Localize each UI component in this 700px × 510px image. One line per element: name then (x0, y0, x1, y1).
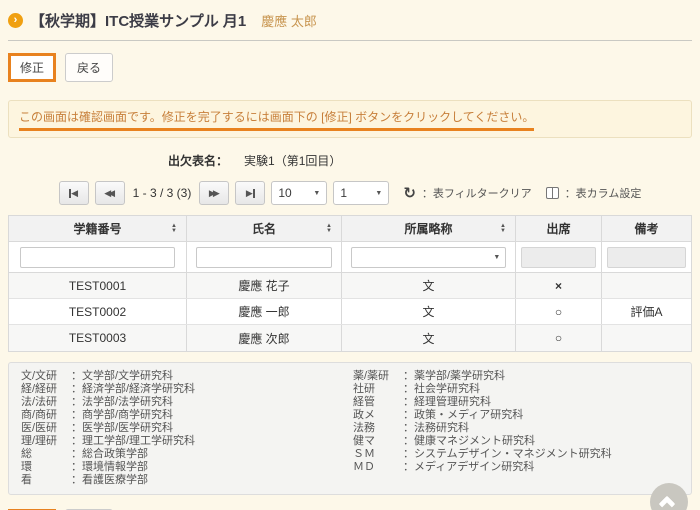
cell-affiliation: 文 (342, 325, 516, 351)
first-page-arrow-icon: ◀ (71, 188, 78, 199)
cell-note (602, 325, 691, 351)
cell-name: 慶應 花子 (187, 273, 342, 298)
legend-item: 総：総合政策学部 (21, 448, 353, 461)
pagination-range-text: 1 - 3 / 3 (3) (133, 186, 192, 200)
prev-page-icon: ◀◀ (104, 188, 115, 199)
confirmation-notice-text: この画面は確認画面です。修正を完了するには画面下の [修正] ボタンをクリックし… (19, 108, 534, 131)
filter-student-id-input[interactable] (20, 247, 176, 268)
last-page-icon (253, 189, 255, 198)
cell-name: 慶應 次郎 (187, 325, 342, 351)
page-size-value: 10 (278, 186, 291, 200)
top-action-bar: 修正 戻る (8, 53, 692, 82)
column-header-student-id[interactable]: 学籍番号 ▲▼ (9, 216, 187, 241)
filter-clear-refresh-icon[interactable]: ↻ (403, 184, 416, 202)
legend-item: 経管：経理管理研究科 (353, 396, 679, 409)
next-page-button[interactable]: ▶▶ (199, 181, 229, 205)
column-header-name[interactable]: 氏名 ▲▼ (187, 216, 342, 241)
legend-item: 医/医研：医学部/医学研究科 (21, 422, 353, 435)
legend-item: 健マ：健康マネジメント研究科 (353, 435, 679, 448)
attendance-table: 学籍番号 ▲▼ 氏名 ▲▼ 所属略称 ▲▼ 出席 備考 ▼ (8, 215, 692, 352)
table-columns-icon[interactable] (546, 187, 559, 199)
table-row[interactable]: TEST0001 慶應 花子 文 × (9, 273, 691, 299)
chevron-down-icon: ▼ (493, 254, 500, 261)
filter-note-input (607, 247, 685, 268)
legend-item: 法務：法務研究科 (353, 422, 679, 435)
legend-item: 薬/薬研：薬学部/薬学研究科 (353, 370, 679, 383)
back-button-top[interactable]: 戻る (65, 53, 113, 82)
table-filter-row: ▼ (9, 242, 691, 273)
cell-attendance: × (516, 273, 602, 298)
column-header-affiliation[interactable]: 所属略称 ▲▼ (342, 216, 516, 241)
chevron-up-icon (659, 496, 676, 510)
cell-affiliation: 文 (342, 299, 516, 324)
legend-item: 社研：社会学研究科 (353, 383, 679, 396)
page-header: › 【秋学期】ITC授業サンプル 月1 慶應 太郎 (8, 0, 692, 40)
chevron-right-icon: › (8, 13, 23, 28)
header-divider (8, 40, 692, 41)
cell-attendance: ○ (516, 299, 602, 324)
last-page-arrow-icon: ▶ (246, 188, 253, 199)
column-header-note: 備考 (602, 216, 691, 241)
next-page-icon: ▶▶ (209, 188, 220, 199)
affiliation-legend-box: 文/文研：文学部/文学研究科 経/経研：経済学部/経済学研究科 法/法研：法学部… (8, 362, 692, 495)
page-number-value: 1 (340, 186, 347, 200)
first-page-button[interactable]: ◀ (59, 181, 89, 205)
legend-item: 政メ：政策・メディア研究科 (353, 409, 679, 422)
cell-note (602, 273, 691, 298)
page-title: 【秋学期】ITC授業サンプル 月1 (30, 10, 246, 31)
legend-left-column: 文/文研：文学部/文学研究科 経/経研：経済学部/経済学研究科 法/法研：法学部… (21, 370, 353, 487)
legend-item: 看：看護医療学部 (21, 474, 353, 487)
sheet-name-label: 出欠表名： (168, 152, 228, 169)
table-header-row: 学籍番号 ▲▼ 氏名 ▲▼ 所属略称 ▲▼ 出席 備考 (9, 216, 691, 242)
legend-right-column: 薬/薬研：薬学部/薬学研究科 社研：社会学研究科 経管：経理管理研究科 政メ：政… (353, 370, 679, 487)
prev-page-button[interactable]: ◀◀ (95, 181, 125, 205)
legend-item: 経/経研：経済学部/経済学研究科 (21, 383, 353, 396)
table-row[interactable]: TEST0003 慶應 次郎 文 ○ (9, 325, 691, 351)
cell-student-id: TEST0001 (9, 273, 187, 298)
modify-button-top[interactable]: 修正 (8, 53, 56, 82)
filter-clear-label: ：表フィルタークリア (422, 185, 532, 201)
sheet-name-value: 実験1（第1回目） (244, 152, 341, 169)
filter-name-input[interactable] (196, 247, 332, 268)
legend-item: 商/商研：商学部/商学研究科 (21, 409, 353, 422)
legend-item: ＳＭ：システムデザイン・マネジメント研究科 (353, 448, 679, 461)
last-page-button[interactable]: ▶ (235, 181, 265, 205)
column-settings-label: ：表カラム設定 (565, 185, 642, 201)
sort-icon[interactable]: ▲▼ (171, 224, 177, 234)
cell-affiliation: 文 (342, 273, 516, 298)
sheet-name-row: 出欠表名： 実験1（第1回目） (8, 152, 692, 169)
legend-item: ＭＤ：メディアデザイン研究科 (353, 461, 679, 474)
cell-student-id: TEST0002 (9, 299, 187, 324)
pagination-bar: ◀ ◀◀ 1 - 3 / 3 (3) ▶▶ ▶ 10 ▼ 1 ▼ ↻ ：表フィル… (8, 181, 692, 205)
cell-student-id: TEST0003 (9, 325, 187, 351)
user-name: 慶應 太郎 (261, 11, 317, 30)
chevron-down-icon: ▼ (313, 190, 320, 197)
legend-item: 法/法研：法学部/法学研究科 (21, 396, 353, 409)
legend-item: 理/理研：理工学部/理工学研究科 (21, 435, 353, 448)
filter-affiliation-select[interactable]: ▼ (351, 247, 507, 268)
confirmation-notice-box: この画面は確認画面です。修正を完了するには画面下の [修正] ボタンをクリックし… (8, 100, 692, 138)
cell-note: 評価A (602, 299, 691, 324)
table-row[interactable]: TEST0002 慶應 一郎 文 ○ 評価A (9, 299, 691, 325)
legend-item: 文/文研：文学部/文学研究科 (21, 370, 353, 383)
chevron-down-icon: ▼ (375, 190, 382, 197)
page-size-select[interactable]: 10 ▼ (271, 181, 327, 205)
column-header-attendance: 出席 (516, 216, 602, 241)
cell-attendance: ○ (516, 325, 602, 351)
legend-item: 環：環境情報学部 (21, 461, 353, 474)
page-number-select[interactable]: 1 ▼ (333, 181, 389, 205)
sort-icon[interactable]: ▲▼ (500, 224, 506, 234)
cell-name: 慶應 一郎 (187, 299, 342, 324)
sort-icon[interactable]: ▲▼ (326, 224, 332, 234)
filter-attendance-input (521, 247, 596, 268)
